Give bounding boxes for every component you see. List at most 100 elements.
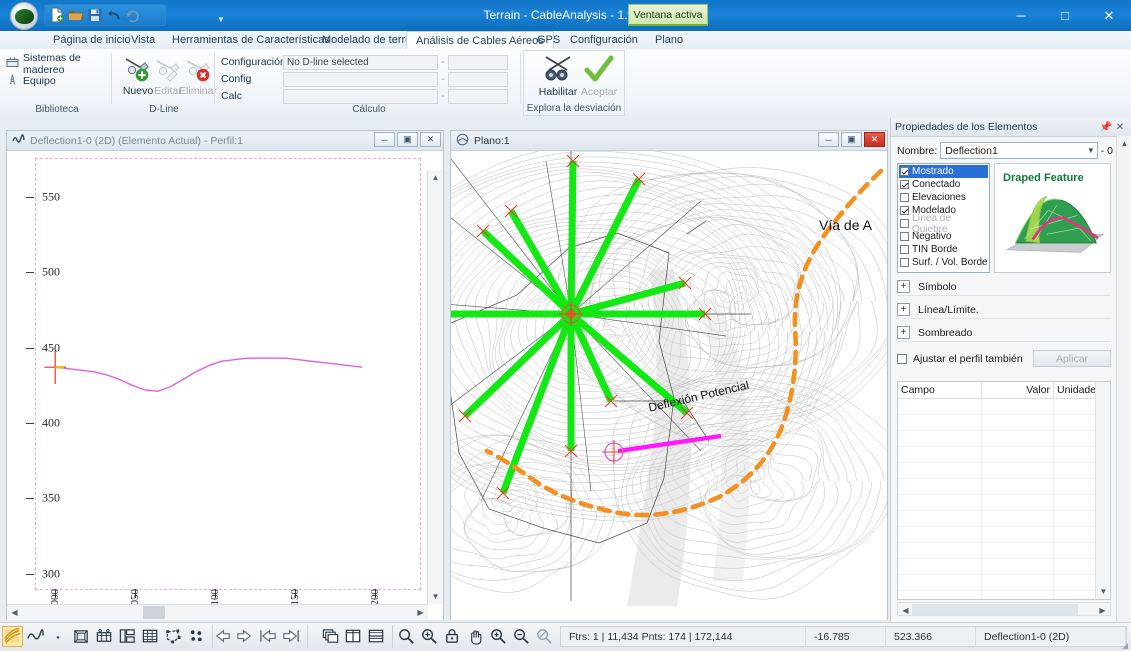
- polygon-select-icon[interactable]: [163, 626, 184, 647]
- table-row[interactable]: [898, 399, 1110, 415]
- expander-0[interactable]: +Símbolo: [897, 278, 1111, 296]
- lock-zoom-icon[interactable]: [442, 626, 463, 647]
- zoom-out-icon[interactable]: [511, 626, 532, 647]
- arrow-last-icon[interactable]: [281, 626, 302, 647]
- undo-icon[interactable]: [106, 7, 122, 23]
- scroll-right-icon[interactable]: ▶: [413, 605, 428, 620]
- scroll-down-icon[interactable]: ▼: [1096, 584, 1111, 599]
- flag-checkbox[interactable]: [900, 258, 909, 267]
- table-row[interactable]: [898, 479, 1110, 495]
- maximize-button[interactable]: □: [1043, 0, 1087, 31]
- configuracion-field-2[interactable]: [448, 55, 508, 70]
- table-row[interactable]: [898, 447, 1110, 463]
- map-canvas[interactable]: Vía de A Deflexión Potencial: [451, 151, 887, 620]
- profile-restore-button[interactable]: ▣: [397, 132, 418, 147]
- table-row[interactable]: [898, 527, 1110, 543]
- profile-vscrollbar[interactable]: ▲ ▼: [427, 170, 443, 604]
- cmd-aceptar[interactable]: Aceptar: [579, 54, 619, 98]
- map-close-button[interactable]: ✕: [864, 132, 885, 147]
- expander-2[interactable]: +Sombreado: [897, 324, 1111, 342]
- feature-flags-list[interactable]: MostradoConectadoElevacionesModeladoLíne…: [897, 163, 990, 273]
- close-icon[interactable]: ✕: [1113, 122, 1127, 133]
- map-window-titlebar[interactable]: Plano:1 ─ ▣ ✕: [451, 131, 887, 151]
- layers-panel-icon[interactable]: [117, 626, 138, 647]
- name-combobox[interactable]: Deflection1 ▼: [940, 142, 1097, 159]
- redo-icon[interactable]: [125, 7, 141, 23]
- zoom-previous-icon[interactable]: [534, 626, 555, 647]
- application-menu-button[interactable]: [10, 2, 38, 30]
- grid-table-icon[interactable]: [140, 626, 161, 647]
- flag-checkbox[interactable]: [900, 245, 909, 254]
- new-document-icon[interactable]: [49, 7, 65, 23]
- close-button[interactable]: ✕: [1087, 0, 1131, 31]
- flag-checkbox[interactable]: [900, 206, 909, 215]
- table-row[interactable]: [898, 431, 1110, 447]
- zoom-icon[interactable]: [396, 626, 417, 647]
- expand-toggle-icon[interactable]: +: [897, 303, 910, 316]
- table-row[interactable]: [898, 495, 1110, 511]
- adjust-profile-checkbox[interactable]: [897, 354, 907, 364]
- profile-hscrollbar[interactable]: ◀ ▶: [7, 604, 428, 620]
- apply-button[interactable]: Aplicar: [1033, 350, 1111, 367]
- tile-horizontal-icon[interactable]: [366, 626, 387, 647]
- flag-item-4[interactable]: Línea de Quiebre: [899, 217, 988, 230]
- cube-3d-icon[interactable]: [71, 626, 92, 647]
- scroll-up-icon[interactable]: ▲: [428, 170, 443, 185]
- tin-surface-icon[interactable]: [94, 626, 115, 647]
- zoom-in-icon[interactable]: [488, 626, 509, 647]
- zoom-window-icon[interactable]: [419, 626, 440, 647]
- scroll-right-icon[interactable]: ▶: [1095, 603, 1110, 618]
- map-minimize-button[interactable]: ─: [818, 132, 839, 147]
- save-icon[interactable]: [87, 7, 103, 23]
- config-field-2[interactable]: [448, 72, 508, 87]
- map-restore-button[interactable]: ▣: [841, 132, 862, 147]
- grid-vscrollbar[interactable]: ▼: [1095, 382, 1110, 599]
- minimize-button[interactable]: ─: [999, 0, 1043, 31]
- flag-item-2[interactable]: Elevaciones: [899, 191, 988, 204]
- cmd-sistemas-de-madereo[interactable]: Sistemas de madereo: [2, 55, 112, 72]
- flag-checkbox[interactable]: [900, 193, 909, 202]
- flag-item-1[interactable]: Conectado: [899, 178, 988, 191]
- arrow-left-icon[interactable]: [212, 626, 233, 647]
- expand-toggle-icon[interactable]: +: [897, 280, 910, 293]
- calc-field-2[interactable]: [448, 89, 508, 104]
- tab-plano[interactable]: Plano: [646, 31, 692, 49]
- table-row[interactable]: [898, 415, 1110, 431]
- profile-minimize-button[interactable]: ─: [374, 132, 395, 147]
- flag-checkbox[interactable]: [900, 232, 909, 241]
- hatch-fill-icon[interactable]: [2, 626, 23, 647]
- dot-separator-icon[interactable]: [48, 626, 69, 647]
- flag-item-7[interactable]: Surf. / Vol. Borde: [899, 256, 988, 269]
- calc-field[interactable]: [283, 89, 438, 104]
- cascade-windows-icon[interactable]: [320, 626, 341, 647]
- expand-toggle-icon[interactable]: +: [897, 326, 910, 339]
- qat-dropdown-icon[interactable]: ▼: [217, 15, 225, 24]
- flag-checkbox[interactable]: [900, 180, 909, 189]
- open-folder-icon[interactable]: [68, 7, 84, 23]
- cmd-habilitar[interactable]: Habilitar: [535, 54, 581, 98]
- table-row[interactable]: [898, 559, 1110, 575]
- cmd-eliminar-dline[interactable]: Eliminar: [178, 53, 218, 97]
- tab-vista[interactable]: Vista: [122, 31, 164, 49]
- resize-grip-icon[interactable]: [1119, 640, 1129, 650]
- table-row[interactable]: [898, 463, 1110, 479]
- scroll-down-icon[interactable]: ▼: [428, 589, 443, 604]
- flag-item-6[interactable]: TIN Borde: [899, 243, 988, 256]
- flag-checkbox[interactable]: [900, 219, 909, 228]
- pan-hand-icon[interactable]: [465, 626, 486, 647]
- tab-configuracion[interactable]: Configuración: [561, 31, 647, 49]
- scroll-up-icon[interactable]: ▲: [1117, 136, 1131, 151]
- profile-canvas[interactable]: 5505004504003503000+0000+0500+1000+1500+…: [7, 151, 443, 620]
- flag-checkbox[interactable]: [900, 167, 909, 176]
- scroll-left-icon[interactable]: ◀: [7, 605, 22, 620]
- table-row[interactable]: [898, 511, 1110, 527]
- point-cloud-icon[interactable]: [186, 626, 207, 647]
- table-row[interactable]: [898, 591, 1110, 600]
- table-row[interactable]: [898, 575, 1110, 591]
- flag-item-0[interactable]: Mostrado: [899, 165, 988, 178]
- arrow-first-icon[interactable]: [258, 626, 279, 647]
- contextual-tab-label[interactable]: Ventana activa: [628, 4, 708, 26]
- config-field[interactable]: [283, 72, 438, 87]
- expander-1[interactable]: +Línea/Límite.: [897, 301, 1111, 319]
- pin-icon[interactable]: 📌: [1099, 122, 1113, 133]
